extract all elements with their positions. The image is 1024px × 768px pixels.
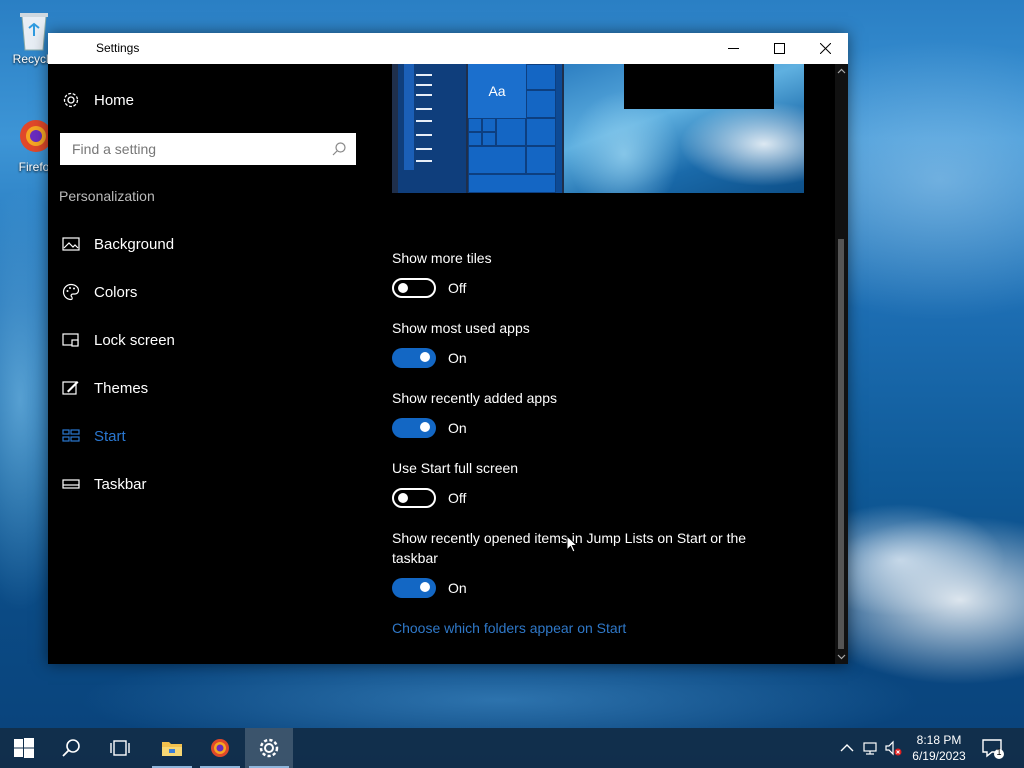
toggle-state: Off [448, 490, 467, 506]
toggle-state: On [448, 580, 467, 596]
network-icon[interactable] [862, 739, 880, 757]
preview-wallpaper [564, 64, 804, 193]
lock-screen-icon [62, 333, 79, 347]
home-nav-item[interactable]: Home [62, 91, 134, 109]
title-bar[interactable]: Settings [48, 33, 848, 64]
search-icon[interactable] [332, 142, 346, 156]
show-jump-lists-toggle[interactable] [392, 578, 436, 598]
home-label: Home [94, 91, 135, 109]
sidebar-item-background[interactable]: Background [62, 235, 174, 253]
maximize-button[interactable] [756, 33, 802, 64]
taskbar-icon [62, 479, 80, 489]
task-view-button[interactable] [96, 728, 144, 768]
clock-date: 6/19/2023 [912, 749, 966, 763]
minimize-button[interactable] [710, 33, 756, 64]
mouse-cursor-icon [566, 535, 578, 553]
sidebar-item-label: Taskbar [94, 475, 147, 493]
sidebar-item-label: Colors [94, 283, 138, 301]
toggle-state: Off [448, 280, 467, 296]
search-input[interactable] [72, 137, 322, 161]
sidebar-item-lock-screen[interactable]: Lock screen [62, 331, 175, 349]
scroll-up-icon[interactable] [837, 67, 846, 76]
close-icon [819, 43, 831, 54]
toggle-state: On [448, 350, 467, 366]
choose-folders-link[interactable]: Choose which folders appear on Start [392, 620, 626, 636]
start-icon [62, 429, 80, 442]
toggle-state: On [448, 420, 467, 436]
sidebar-item-label: Lock screen [94, 331, 175, 349]
maximize-icon [773, 43, 785, 54]
start-preview: Aa [392, 64, 804, 193]
show-recently-added-apps-toggle[interactable] [392, 418, 436, 438]
setting-label: Use Start full screen [392, 460, 519, 476]
folder-icon [162, 742, 182, 756]
search-icon [62, 739, 80, 757]
file-explorer-button[interactable] [148, 728, 196, 768]
firefox-taskbar-button[interactable] [196, 728, 244, 768]
system-clock[interactable]: 8:18 PM 6/19/2023 [905, 732, 973, 764]
gear-icon [63, 92, 79, 108]
firefox-icon [211, 739, 229, 757]
taskbar: 8:18 PM 6/19/2023 1 [0, 728, 1024, 768]
start-button[interactable] [0, 728, 48, 768]
settings-window: Settings Home Personalization Background… [48, 33, 848, 664]
notification-badge: 1 [996, 747, 1002, 757]
close-button[interactable] [802, 33, 848, 64]
gear-icon [259, 738, 279, 758]
preview-tile-aa: Aa [468, 64, 526, 118]
sidebar-item-label: Themes [94, 379, 149, 397]
clock-time: 8:18 PM [916, 733, 962, 747]
window-title: Settings [96, 41, 140, 55]
content-pane: Aa Show more tiles Off Show most used ap… [368, 64, 835, 664]
setting-label: Show recently opened items in Jump Lists… [392, 530, 747, 566]
preview-tiles: Aa [468, 64, 562, 193]
setting-label: Show recently added apps [392, 390, 557, 406]
sidebar-item-colors[interactable]: Colors [62, 283, 137, 301]
preview-window [624, 64, 774, 109]
setting-label: Show most used apps [392, 320, 530, 336]
show-most-used-apps-toggle[interactable] [392, 348, 436, 368]
scroll-down-icon[interactable] [837, 652, 846, 661]
chevron-up-icon[interactable] [838, 739, 856, 757]
show-more-tiles-toggle[interactable] [392, 278, 436, 298]
search-box[interactable] [60, 133, 356, 165]
action-center-button[interactable]: 1 [980, 736, 1004, 760]
brush-icon [62, 381, 79, 395]
picture-icon [62, 237, 80, 251]
sidebar: Home Personalization Background Colors L… [48, 64, 368, 664]
palette-icon [62, 283, 80, 301]
preview-start-list [398, 64, 466, 193]
setting-label: Show more tiles [392, 250, 492, 266]
sidebar-item-taskbar[interactable]: Taskbar [62, 475, 147, 493]
scrollbar[interactable] [835, 64, 848, 664]
section-title: Personalization [59, 188, 155, 204]
use-start-full-screen-toggle[interactable] [392, 488, 436, 508]
scroll-thumb[interactable] [838, 239, 844, 649]
windows-logo-icon [14, 738, 34, 758]
sidebar-item-start[interactable]: Start [62, 427, 126, 445]
settings-taskbar-button[interactable] [245, 728, 293, 768]
desktop-icon-label: Firefo [18, 160, 50, 174]
volume-muted-icon[interactable] [884, 739, 902, 757]
sidebar-item-themes[interactable]: Themes [62, 379, 148, 397]
sidebar-item-label: Start [94, 427, 126, 445]
sidebar-item-label: Background [94, 235, 175, 253]
minimize-icon [727, 48, 739, 49]
search-button[interactable] [48, 728, 96, 768]
task-view-icon [110, 740, 130, 756]
